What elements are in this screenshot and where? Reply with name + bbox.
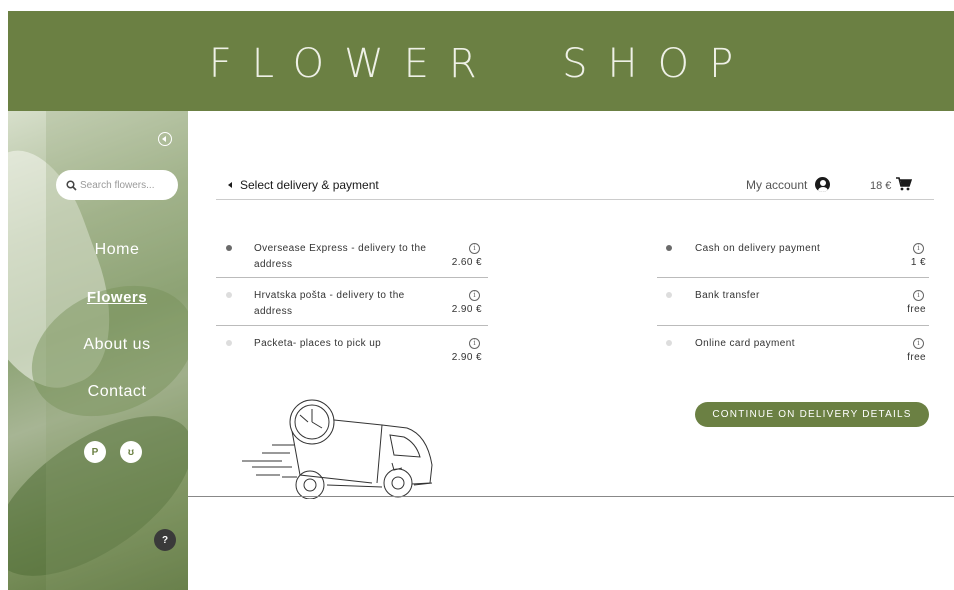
payment-price: 1 € <box>910 257 926 268</box>
divider <box>657 325 929 326</box>
delivery-truck-illustration <box>242 395 452 504</box>
info-icon[interactable]: i <box>469 290 480 301</box>
bottom-divider <box>188 496 954 497</box>
payment-price: free <box>907 304 926 315</box>
cart-link[interactable]: 18 € <box>870 177 913 194</box>
divider <box>216 277 488 278</box>
payment-option-label[interactable]: Bank transfer <box>695 288 865 304</box>
divider <box>657 277 929 278</box>
delivery-radio[interactable] <box>226 340 232 346</box>
help-button[interactable]: ? <box>154 529 176 551</box>
back-label: Select delivery & payment <box>240 178 379 192</box>
language-button[interactable]: ʊ <box>120 441 142 463</box>
payment-option-label[interactable]: Online card payment <box>695 336 865 352</box>
info-icon[interactable]: i <box>913 290 924 301</box>
back-link[interactable]: Select delivery & payment <box>228 178 379 192</box>
nav-flowers[interactable]: Flowers <box>56 289 178 306</box>
payment-radio[interactable] <box>666 340 672 346</box>
info-icon[interactable]: i <box>913 243 924 254</box>
language-button[interactable]: P <box>84 441 106 463</box>
delivery-option-label[interactable]: Hrvatska pošta - delivery to the address <box>254 288 439 320</box>
cart-icon <box>891 177 913 194</box>
back-arrow-icon <box>228 182 232 188</box>
sidebar: Search flowers... Home Flowers About us … <box>8 111 188 590</box>
collapse-sidebar-icon[interactable] <box>158 132 172 146</box>
search-icon <box>66 179 77 191</box>
divider <box>216 325 488 326</box>
info-icon[interactable]: i <box>913 338 924 349</box>
payment-radio[interactable] <box>666 245 672 251</box>
delivery-radio[interactable] <box>226 292 232 298</box>
search-input[interactable]: Search flowers... <box>56 170 178 200</box>
cart-total: 18 € <box>870 179 892 192</box>
account-icon <box>815 177 831 192</box>
delivery-radio[interactable] <box>226 245 232 251</box>
delivery-option-label[interactable]: Oversease Express - delivery to the addr… <box>254 241 439 273</box>
info-icon[interactable]: i <box>469 338 480 349</box>
checkout-topbar: Select delivery & payment My account 18 … <box>216 170 934 200</box>
nav-home[interactable]: Home <box>56 241 178 259</box>
payment-price: free <box>907 352 926 363</box>
account-link[interactable]: My account <box>746 177 831 192</box>
continue-button[interactable]: CONTINUE ON DELIVERY DETAILS <box>695 402 929 427</box>
nav-about-us[interactable]: About us <box>56 336 178 354</box>
payment-option-label[interactable]: Cash on delivery payment <box>695 241 865 257</box>
delivery-price: 2.90 € <box>451 304 482 315</box>
nav-contact[interactable]: Contact <box>56 383 178 401</box>
delivery-price: 2.90 € <box>451 352 482 363</box>
header-banner: FLOWER SHOP <box>8 11 954 111</box>
site-title: FLOWER SHOP <box>208 41 754 87</box>
delivery-price: 2.60 € <box>451 257 482 268</box>
account-label: My account <box>746 177 808 192</box>
search-placeholder: Search flowers... <box>80 179 155 191</box>
info-icon[interactable]: i <box>469 243 480 254</box>
payment-radio[interactable] <box>666 292 672 298</box>
delivery-option-label[interactable]: Packeta- places to pick up <box>254 336 439 352</box>
